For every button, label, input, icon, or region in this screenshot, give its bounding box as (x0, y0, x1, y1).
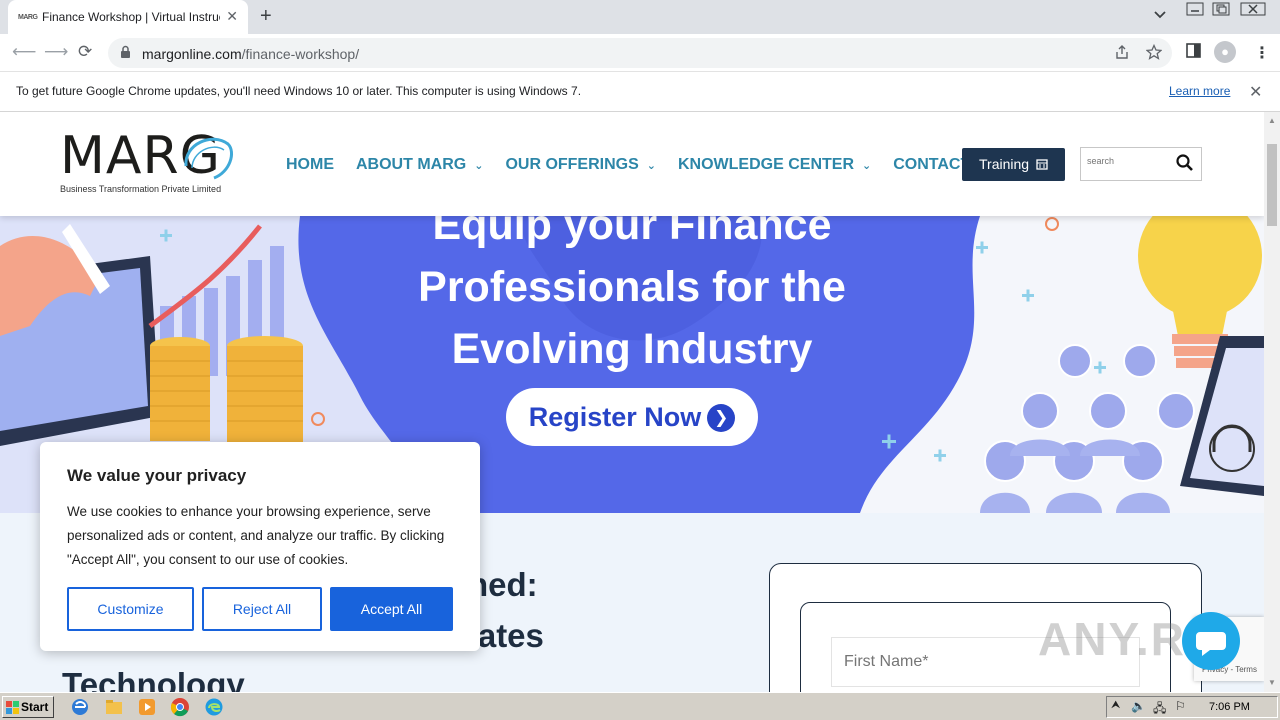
chrome-icon[interactable] (170, 697, 190, 717)
scroll-up-arrow-icon[interactable]: ▲ (1268, 116, 1276, 125)
volume-icon[interactable]: 🔈 (1131, 699, 1146, 713)
tray-expand-icon[interactable]: ⮝ (1111, 699, 1120, 712)
learn-more-link[interactable]: Learn more (1169, 84, 1230, 98)
start-button[interactable]: Start (2, 696, 54, 718)
browser-tab[interactable]: MARG Finance Workshop | Virtual Instruct… (8, 0, 248, 34)
side-panel-icon[interactable] (1186, 43, 1201, 58)
infobar-message: To get future Google Chrome updates, you… (16, 84, 582, 98)
search-icon[interactable] (1175, 153, 1195, 173)
profile-avatar-icon[interactable]: ● (1214, 41, 1236, 63)
forward-arrow-icon[interactable]: ⟶ (44, 42, 68, 62)
back-arrow-icon[interactable]: ⟵ (12, 42, 36, 62)
training-button[interactable]: Training (962, 148, 1065, 181)
kebab-menu-icon[interactable]: ⋮ (1254, 43, 1270, 63)
edge-icon[interactable] (204, 697, 224, 717)
section-heading-line-3: Technology (62, 666, 245, 692)
main-nav: HOME ABOUT MARG ⌄ OUR OFFERINGS ⌄ KNOWLEDG… (286, 156, 1019, 174)
site-header: MARG Business Transformation Private Lim… (0, 112, 1264, 216)
update-infobar: To get future Google Chrome updates, you… (0, 72, 1280, 112)
scroll-down-arrow-icon[interactable]: ▼ (1268, 678, 1276, 687)
cookie-consent-dialog: We value your privacy We use cookies to … (40, 442, 480, 651)
arrow-right-circle-icon: ❯ (707, 404, 736, 432)
nav-home[interactable]: HOME (286, 156, 334, 174)
reload-icon[interactable]: ⟳ (78, 42, 92, 62)
search-input[interactable] (1087, 156, 1167, 166)
site-logo[interactable]: MARG Business Transformation Private Lim… (60, 130, 233, 194)
hero-title-line-2: Professionals for the (418, 263, 846, 311)
site-search (1080, 147, 1202, 181)
action-center-flag-icon[interactable]: ⚐ (1175, 699, 1186, 713)
chat-widget-button[interactable] (1182, 612, 1240, 670)
minimize-icon[interactable] (1186, 2, 1204, 19)
nav-our-offerings[interactable]: OUR OFFERINGS ⌄ (505, 156, 656, 174)
tab-title: Finance Workshop | Virtual Instructor (42, 10, 220, 24)
nav-about-marg[interactable]: ABOUT MARG ⌄ (356, 156, 483, 174)
media-player-icon[interactable] (137, 697, 157, 717)
url-text: margonline.com/finance-workshop/ (142, 46, 360, 62)
chat-icon (1196, 632, 1226, 656)
tab-strip: MARG Finance Workshop | Virtual Instruct… (0, 0, 1280, 34)
hero-title-line-1: Equip your Finance (432, 216, 832, 249)
taskbar-clock: 7:06 PM (1209, 701, 1250, 713)
network-icon[interactable]: 🖧 (1153, 699, 1166, 720)
chevron-down-icon: ⌄ (646, 160, 656, 172)
tab-search-chevron-icon[interactable] (1153, 8, 1167, 22)
new-tab-button[interactable]: + (260, 5, 272, 28)
scroll-thumb[interactable] (1267, 144, 1277, 226)
chevron-down-icon: ⌄ (474, 160, 484, 172)
register-now-button[interactable]: Register Now ❯ (506, 388, 758, 446)
calendar-icon (1036, 159, 1048, 170)
hero-title-line-3: Evolving Industry (451, 325, 813, 373)
share-icon[interactable] (1114, 44, 1130, 60)
windows-flag-icon (6, 701, 19, 714)
page-scrollbar[interactable]: ▲ ▼ (1264, 112, 1280, 692)
reject-all-button[interactable]: Reject All (202, 587, 322, 631)
file-explorer-icon[interactable] (104, 697, 124, 717)
windows-taskbar: Start ⮝ 🔈 🖧 ⚐ 7:06 PM (0, 692, 1280, 720)
bookmark-star-icon[interactable] (1146, 44, 1162, 60)
browser-toolbar: ⟵ ⟶ ⟳ margonline.com/finance-workshop/ ●… (0, 34, 1280, 72)
system-tray: ⮝ 🔈 🖧 ⚐ (1106, 696, 1278, 718)
cookie-title: We value your privacy (67, 466, 247, 485)
window-close-icon[interactable] (1240, 2, 1266, 19)
accept-all-button[interactable]: Accept All (330, 587, 453, 631)
tab-close-icon[interactable]: ✕ (226, 8, 238, 25)
internet-explorer-icon[interactable] (70, 697, 90, 717)
infobar-close-icon[interactable]: ✕ (1249, 82, 1262, 102)
customize-button[interactable]: Customize (67, 587, 194, 631)
logo-swoosh-icon (184, 137, 233, 180)
chevron-down-icon: ⌄ (862, 160, 872, 172)
maximize-icon[interactable] (1212, 2, 1230, 19)
lock-icon (121, 45, 130, 58)
cookie-message: We use cookies to enhance your browsing … (67, 504, 445, 567)
favicon-icon: MARG (18, 13, 38, 21)
nav-knowledge-center[interactable]: KNOWLEDGE CENTER ⌄ (678, 156, 871, 174)
address-bar[interactable]: margonline.com/finance-workshop/ (108, 38, 1172, 68)
